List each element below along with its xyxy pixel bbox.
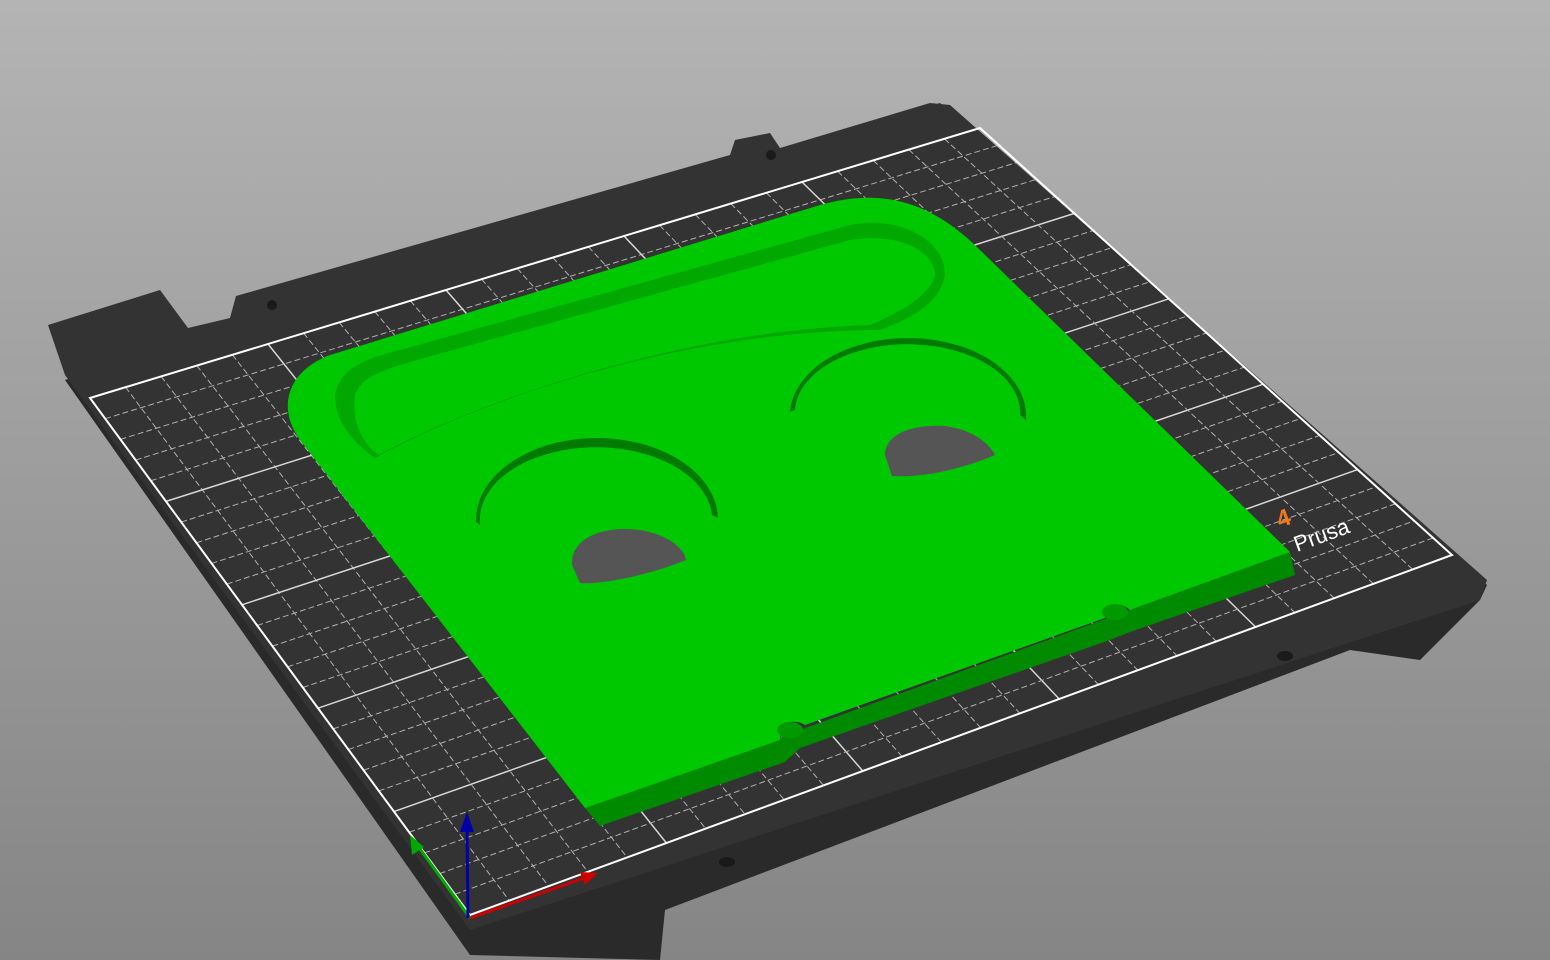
bed-screw-hole — [719, 857, 735, 867]
model-notch — [777, 722, 803, 738]
z-axis-icon — [465, 824, 470, 919]
bed-screw-hole — [267, 300, 277, 310]
model-notch — [1102, 604, 1128, 620]
bed-screw-hole — [766, 150, 776, 160]
3d-viewport[interactable]: 4 Prusa — [0, 0, 1550, 960]
bed-screw-hole — [1277, 651, 1293, 661]
